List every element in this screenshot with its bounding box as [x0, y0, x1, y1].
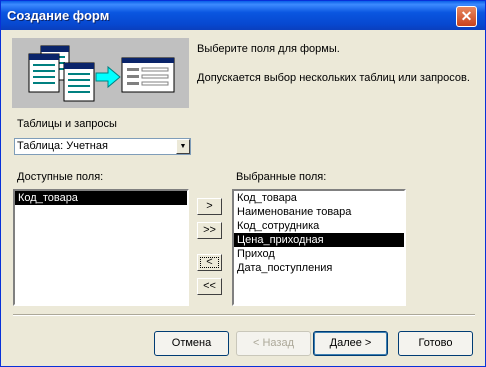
title-bar[interactable]: Создание форм ✕ [1, 1, 485, 30]
list-item[interactable]: Приход [234, 247, 404, 261]
add-field-button[interactable]: > [197, 198, 222, 215]
hint-text: Допускается выбор нескольких таблиц или … [197, 72, 470, 84]
list-item[interactable]: Код_сотрудника [234, 219, 404, 233]
dropdown-arrow-icon[interactable]: ▼ [176, 139, 190, 154]
available-fields-list[interactable]: Код_товара [13, 189, 189, 306]
form-wizard-dialog: Создание форм ✕ Выберите поля для формы.… [0, 0, 486, 367]
list-item[interactable]: Дата_поступления [234, 261, 404, 275]
available-fields-label: Доступные поля: [17, 171, 104, 183]
cancel-button[interactable]: Отмена [154, 331, 229, 356]
add-all-fields-button[interactable]: >> [197, 222, 222, 239]
selected-fields-label: Выбранные поля: [236, 171, 327, 183]
remove-field-button[interactable]: < [197, 254, 222, 271]
finish-button[interactable]: Готово [398, 331, 473, 356]
remove-all-fields-button[interactable]: << [197, 278, 222, 295]
table-select-value: Таблица: Учетная [17, 140, 108, 152]
window-title: Создание форм [7, 8, 110, 23]
list-item[interactable]: Наименование товара [234, 205, 404, 219]
back-button[interactable]: < Назад [236, 331, 311, 356]
list-item[interactable]: Код_товара [15, 191, 187, 205]
separator [13, 314, 475, 316]
next-button[interactable]: Далее > [313, 331, 388, 356]
wizard-illustration [12, 38, 189, 108]
tables-label: Таблицы и запросы [17, 118, 117, 130]
selected-fields-list[interactable]: Код_товара Наименование товара Код_сотру… [232, 189, 406, 306]
table-select[interactable]: Таблица: Учетная ▼ [14, 138, 191, 155]
close-button[interactable]: ✕ [456, 6, 477, 27]
list-item[interactable]: Код_товара [234, 191, 404, 205]
list-item-selected[interactable]: Цена_приходная [234, 233, 404, 247]
instruction-text: Выберите поля для формы. [197, 43, 340, 55]
tables-to-form-icon [28, 45, 175, 102]
